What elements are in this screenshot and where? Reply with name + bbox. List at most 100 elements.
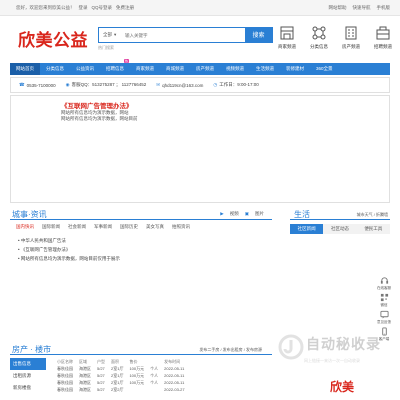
qq-login-link[interactable]: QQ号登录 <box>92 5 113 11</box>
news-tab[interactable]: 国际新闻 <box>42 224 60 230</box>
life-tab[interactable]: 便民工具 <box>356 224 390 234</box>
news-title: 城事·资讯 <box>12 210 47 219</box>
register-link[interactable]: 免费注册 <box>116 5 134 11</box>
list-item[interactable]: • 《互联网广告管理办法》 <box>18 245 272 254</box>
realestate-tab[interactable]: 出售信息 <box>10 358 46 370</box>
table-cell: 个人 <box>150 372 159 378</box>
content-box: 《互联网广告管理办法》 网站所有信息均为演示数据，网站 网站所有信息均为演示数据… <box>10 95 390 203</box>
life-tab[interactable]: 社区动态 <box>323 224 357 234</box>
table-cell: 2022-05-11 <box>164 380 185 385</box>
realestate-side-tabs: 出售信息 出租房源 新房楼盘 <box>10 358 46 394</box>
channel-house[interactable]: 房产频道 <box>340 24 362 50</box>
life-tab[interactable]: 社区新闻 <box>290 224 324 234</box>
life-links[interactable]: 城市天气 / 折腾墙 <box>357 212 388 218</box>
nav-house[interactable]: 房产频道 <box>190 63 220 75</box>
realestate-links[interactable]: 发布二手房 / 发布出租房 / 发布房源 <box>199 347 262 353</box>
table-cell: 春秋佳园 <box>57 379 73 385</box>
table-header: 发布时间 <box>164 358 181 364</box>
nav-jobs[interactable]: 招聘信息 热 <box>100 59 130 75</box>
table-header: 面积 <box>111 358 119 364</box>
news-list: • 中华人民共和国广告法 • 《互联网广告管理办法》 • 网站所有信息均为演示数… <box>10 236 272 263</box>
table-row[interactable]: 春秋佳园 海港区 5/27 2室1厅 100万元 个人 2022-05-11 <box>54 372 188 379</box>
nav-mall-label: 商城频道 <box>166 66 184 71</box>
news-tab[interactable]: 美女写真 <box>146 224 164 230</box>
table-header-row: 小区名称 区域 户型 面积 售价 发布时间 <box>54 358 188 365</box>
site-logo[interactable]: 欣美公益 <box>18 26 88 51</box>
table-cell: 2室1厅 <box>111 379 124 385</box>
table-cell: 100万元 <box>129 372 145 378</box>
table-row[interactable]: 春秋佳园 海港区 5/27 2室2厅 2022-03-27 <box>54 386 188 393</box>
quick-nav-link[interactable]: 快速导航 <box>353 5 371 11</box>
table-cell: 2022-05-11 <box>164 373 185 378</box>
realestate-title: 房产 · 楼市 <box>12 345 52 354</box>
news-tab[interactable]: 军事新闻 <box>94 224 112 230</box>
toolbar-feedback[interactable]: 意见反馈 <box>376 310 392 325</box>
news-tab[interactable]: 拍照资讯 <box>172 224 190 230</box>
nav-life[interactable]: 生活频道 <box>250 63 280 75</box>
nav-decor[interactable]: 装修建材 <box>280 63 310 75</box>
table-cell: 海港区 <box>79 386 91 392</box>
headset-icon <box>380 277 388 284</box>
channel-classified[interactable]: 分类信息 <box>308 24 330 50</box>
table-cell: 海港区 <box>79 372 91 378</box>
nav-decor-label: 装修建材 <box>286 66 304 71</box>
contact-qq: ◉ 客服QQ：513275287 ； 1127766452 <box>66 82 147 88</box>
toolbar-support[interactable]: 在线客服 <box>376 276 392 291</box>
table-row[interactable]: 春秋佳园 海港区 5/27 2室1厅 100万元 个人 2022-05-11 <box>54 365 188 372</box>
list-item[interactable]: • 网站所有信息均为演示数据，网站目前仅用于展示 <box>18 254 272 263</box>
nav-shops[interactable]: 商家频道 <box>130 63 160 75</box>
nav-video[interactable]: 视频频道 <box>220 63 250 75</box>
nav-classified-label: 分类信息 <box>46 66 64 71</box>
news-tab[interactable]: 社会新闻 <box>68 224 86 230</box>
table-cell: 春秋佳园 <box>57 365 73 371</box>
news-tab[interactable]: 国际历史 <box>120 224 138 230</box>
table-row[interactable]: 春秋佳园 海港区 5/27 2室1厅 100万元 个人 2022-05-11 <box>54 379 188 386</box>
realestate-section: 房产 · 楼市 发布二手房 / 发布出租房 / 发布房源 出售信息 出租房源 新… <box>10 344 272 392</box>
news-header: 城事·资讯 ▶ 视频 ▣ 图片 <box>10 209 272 220</box>
channel-shop[interactable]: 商家频道 <box>276 24 298 50</box>
realestate-table: 小区名称 区域 户型 面积 售价 发布时间 春秋佳园 海港区 5/27 2室1厅… <box>54 358 188 393</box>
search-input[interactable] <box>125 28 245 42</box>
search-button[interactable]: 搜索 <box>244 26 273 43</box>
nav-360[interactable]: 360全景 <box>310 63 339 75</box>
phone-version-link[interactable]: 手机版 <box>377 5 391 11</box>
watermark-sub: 网上链接一来访一次一自动收录 <box>304 358 360 363</box>
video-icon[interactable]: ▶ <box>220 211 223 217</box>
list-item[interactable]: • 中华人民共和国广告法 <box>18 236 272 245</box>
table-cell: 100万元 <box>129 365 145 371</box>
table-cell <box>126 386 147 393</box>
news-tab[interactable]: 国内快讯 <box>16 224 34 230</box>
hot-search-label: 热门搜索 <box>98 45 114 50</box>
table-cell: 5/27 <box>97 366 105 371</box>
image-icon[interactable]: ▣ <box>245 211 249 217</box>
table-cell: 2室2厅 <box>111 386 124 392</box>
channel-house-label: 房产频道 <box>342 44 360 49</box>
nav-news[interactable]: 公益资讯 <box>70 63 100 75</box>
email-text[interactable]: qhd119cn@163.com <box>162 83 203 88</box>
nav-classified[interactable]: 分类信息 <box>40 63 70 75</box>
hours-text: 工作日：9:00-17:00 <box>219 82 259 87</box>
toolbar-wechat[interactable]: 微信 <box>376 293 392 308</box>
watermark-text: 自动秘收录 <box>306 336 381 352</box>
realestate-tab[interactable]: 出租房源 <box>10 370 46 382</box>
watermark-logo-icon <box>278 334 304 360</box>
login-link[interactable]: 登录 <box>79 5 88 11</box>
nav-mall[interactable]: 商城频道 <box>160 63 190 75</box>
nav-shops-label: 商家频道 <box>136 66 154 71</box>
help-link[interactable]: 网站帮助 <box>329 5 347 11</box>
header-channel-icons: 商家频道 分类信息 房产频道 招聘频道 <box>276 24 394 50</box>
image-label[interactable]: 图片 <box>255 211 264 217</box>
qq-text: 客服QQ：513275287 ； 1127766452 <box>71 82 147 87</box>
realestate-tab[interactable]: 新房楼盘 <box>10 382 46 394</box>
nav-home[interactable]: 网站首页 <box>10 63 40 75</box>
video-label[interactable]: 视频 <box>230 211 239 217</box>
contact-phone: ☎ 0535-7100000 <box>19 82 56 88</box>
life-title: 生活 <box>294 210 310 219</box>
header: 欣美公益 全部 ▾ 搜索 热门搜索 商家频道 分类信息 房产频道 <box>0 16 400 62</box>
chevron-down-icon: ▾ <box>114 32 117 37</box>
content-title[interactable]: 《互联网广告管理办法》 <box>61 100 133 110</box>
channel-jobs[interactable]: 招聘频道 <box>372 24 394 50</box>
jobs-icon <box>374 24 392 42</box>
phone-icon: ☎ <box>19 82 25 87</box>
search-scope-select[interactable]: 全部 ▾ <box>99 32 125 38</box>
